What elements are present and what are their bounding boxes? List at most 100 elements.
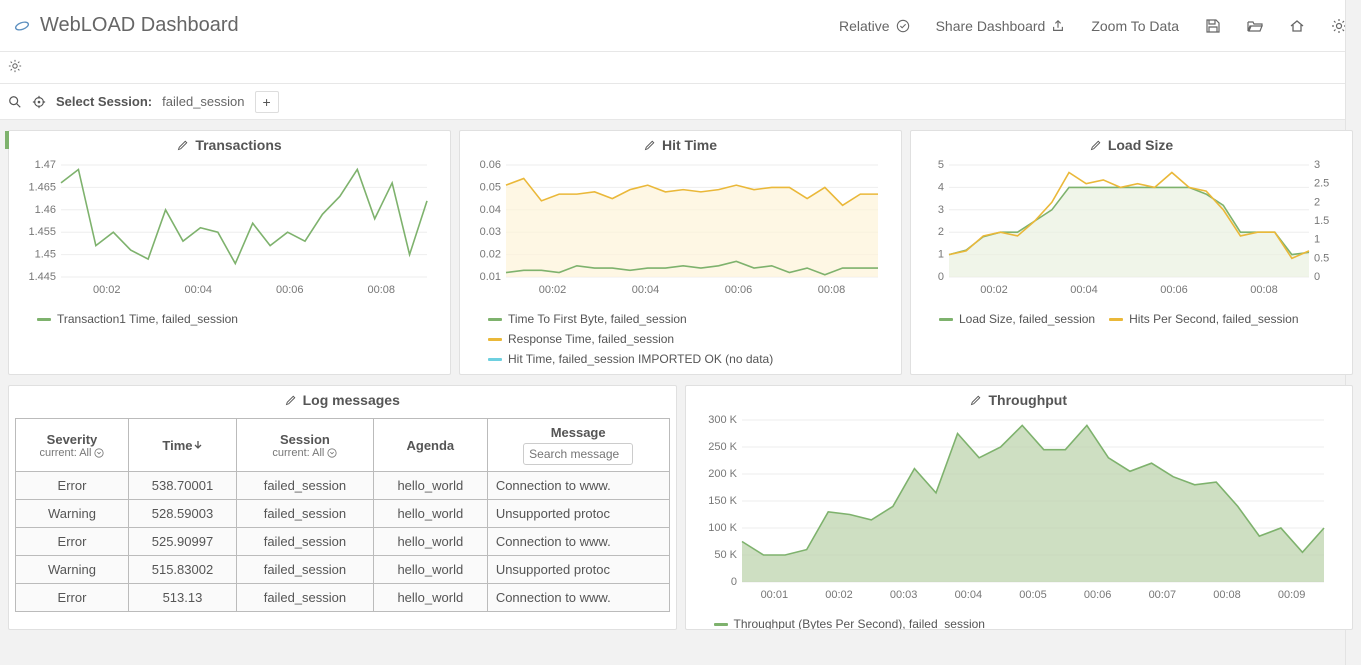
cell-agenda: hello_world bbox=[373, 472, 487, 500]
svg-text:3: 3 bbox=[1314, 159, 1320, 171]
cell-agenda: hello_world bbox=[373, 500, 487, 528]
col-agenda[interactable]: Agenda bbox=[373, 419, 487, 472]
title-text: Log messages bbox=[303, 392, 400, 408]
pencil-icon bbox=[644, 139, 656, 151]
cell-session: failed_session bbox=[236, 472, 373, 500]
subbar bbox=[0, 52, 1361, 84]
cell-message: Connection to www. bbox=[487, 584, 669, 612]
relative-toggle[interactable]: Relative bbox=[839, 18, 910, 34]
legend-hit-time: Time To First Byte, failed_session Respo… bbox=[460, 308, 901, 374]
chart-load-size[interactable]: 01234500.511.522.5300:0200:0400:0600:08 bbox=[919, 159, 1339, 299]
col-session[interactable]: Session current: All bbox=[236, 419, 373, 472]
search-icon[interactable] bbox=[8, 95, 22, 109]
open-folder-button[interactable] bbox=[1247, 18, 1263, 34]
pencil-icon bbox=[285, 394, 297, 406]
legend-item[interactable]: Throughput (Bytes Per Second), failed_se… bbox=[714, 617, 985, 629]
target-icon[interactable] bbox=[32, 95, 46, 109]
logo-icon bbox=[14, 18, 30, 34]
legend-item[interactable]: Hits Per Second, failed_session bbox=[1109, 312, 1298, 326]
message-search-input[interactable] bbox=[523, 443, 633, 465]
svg-text:00:04: 00:04 bbox=[954, 589, 982, 601]
cell-session: failed_session bbox=[236, 556, 373, 584]
svg-text:00:09: 00:09 bbox=[1277, 589, 1305, 601]
panel-title-throughput[interactable]: Throughput bbox=[686, 386, 1353, 412]
panel-title-log[interactable]: Log messages bbox=[9, 386, 676, 412]
svg-text:00:02: 00:02 bbox=[93, 284, 121, 296]
svg-text:0.5: 0.5 bbox=[1314, 252, 1329, 264]
sort-desc-icon bbox=[193, 440, 203, 450]
cell-severity: Error bbox=[16, 584, 129, 612]
chart-throughput[interactable]: 050 K100 K150 K200 K250 K300 K00:0100:02… bbox=[694, 414, 1334, 604]
chart-transactions[interactable]: 1.4451.451.4551.461.4651.4700:0200:0400:… bbox=[17, 159, 437, 299]
add-session-button[interactable]: + bbox=[255, 91, 279, 113]
charts-row-1: Transactions 1.4451.451.4551.461.4651.47… bbox=[0, 120, 1361, 385]
session-name[interactable]: failed_session bbox=[162, 94, 244, 109]
svg-text:00:08: 00:08 bbox=[1250, 284, 1278, 296]
row-settings-button[interactable] bbox=[8, 59, 22, 76]
cell-message: Unsupported protoc bbox=[487, 500, 669, 528]
panel-load-size: Load Size 01234500.511.522.5300:0200:040… bbox=[910, 130, 1353, 375]
legend-item[interactable]: Transaction1 Time, failed_session bbox=[37, 312, 238, 326]
panel-title-load-size[interactable]: Load Size bbox=[911, 131, 1352, 157]
col-time[interactable]: Time bbox=[128, 419, 236, 472]
cell-session: failed_session bbox=[236, 584, 373, 612]
svg-text:0: 0 bbox=[938, 271, 944, 283]
legend-text: Hits Per Second, failed_session bbox=[1129, 312, 1298, 326]
save-button[interactable] bbox=[1205, 18, 1221, 34]
chart-hit-time[interactable]: 0.010.020.030.040.050.0600:0200:0400:060… bbox=[468, 159, 888, 299]
charts-row-2: Log messages Severity current: All Time … bbox=[0, 385, 1361, 638]
cell-agenda: hello_world bbox=[373, 528, 487, 556]
svg-text:00:01: 00:01 bbox=[760, 589, 788, 601]
table-row[interactable]: Error538.70001failed_sessionhello_worldC… bbox=[16, 472, 670, 500]
col-severity[interactable]: Severity current: All bbox=[16, 419, 129, 472]
legend-text: Transaction1 Time, failed_session bbox=[57, 312, 238, 326]
legend-throughput: Throughput (Bytes Per Second), failed_se… bbox=[686, 613, 1353, 629]
panel-hit-time: Hit Time 0.010.020.030.040.050.0600:0200… bbox=[459, 130, 902, 375]
filter-text: current: All bbox=[39, 447, 91, 459]
caret-icon bbox=[94, 448, 104, 458]
cell-message: Unsupported protoc bbox=[487, 556, 669, 584]
legend-item[interactable]: Time To First Byte, failed_session bbox=[488, 312, 887, 326]
svg-text:150 K: 150 K bbox=[708, 495, 737, 507]
svg-text:00:03: 00:03 bbox=[889, 589, 917, 601]
home-button[interactable] bbox=[1289, 18, 1305, 34]
legend-item[interactable]: Response Time, failed_session bbox=[488, 332, 887, 346]
legend-item[interactable]: Hit Time, failed_session IMPORTED OK (no… bbox=[488, 352, 887, 366]
col-message[interactable]: Message bbox=[487, 419, 669, 472]
legend-item[interactable]: Load Size, failed_session bbox=[939, 312, 1095, 326]
topbar-actions: Relative Share Dashboard Zoom To Data bbox=[839, 18, 1347, 34]
cell-message: Connection to www. bbox=[487, 472, 669, 500]
svg-text:00:08: 00:08 bbox=[818, 284, 846, 296]
share-icon bbox=[1051, 19, 1065, 33]
svg-text:4: 4 bbox=[938, 181, 944, 193]
cell-time: 538.70001 bbox=[128, 472, 236, 500]
svg-text:2: 2 bbox=[938, 226, 944, 238]
legend-text: Hit Time, failed_session IMPORTED OK (no… bbox=[508, 352, 773, 366]
panel-handle[interactable] bbox=[5, 131, 9, 149]
svg-text:100 K: 100 K bbox=[708, 522, 737, 534]
table-row[interactable]: Warning528.59003failed_sessionhello_worl… bbox=[16, 500, 670, 528]
brand[interactable]: WebLOAD Dashboard bbox=[14, 14, 239, 37]
cell-severity: Warning bbox=[16, 556, 129, 584]
zoom-to-data-button[interactable]: Zoom To Data bbox=[1091, 18, 1179, 34]
svg-text:0.01: 0.01 bbox=[480, 271, 501, 283]
cell-severity: Warning bbox=[16, 500, 129, 528]
folder-open-icon bbox=[1247, 18, 1263, 34]
table-row[interactable]: Warning515.83002failed_sessionhello_worl… bbox=[16, 556, 670, 584]
share-dashboard-button[interactable]: Share Dashboard bbox=[936, 18, 1066, 34]
svg-text:00:04: 00:04 bbox=[632, 284, 660, 296]
panel-title-transactions[interactable]: Transactions bbox=[9, 131, 450, 157]
svg-text:00:06: 00:06 bbox=[276, 284, 304, 296]
gear-icon bbox=[8, 59, 22, 73]
table-row[interactable]: Error513.13failed_sessionhello_worldConn… bbox=[16, 584, 670, 612]
session-bar: Select Session: failed_session + bbox=[0, 84, 1361, 120]
title-text: Transactions bbox=[195, 137, 281, 153]
legend-text: Response Time, failed_session bbox=[508, 332, 674, 346]
panel-title-hit-time[interactable]: Hit Time bbox=[460, 131, 901, 157]
header-text: Severity bbox=[24, 432, 120, 447]
svg-text:0.05: 0.05 bbox=[480, 181, 501, 193]
header-text: Time bbox=[162, 438, 192, 453]
table-row[interactable]: Error525.90997failed_sessionhello_worldC… bbox=[16, 528, 670, 556]
svg-text:1.46: 1.46 bbox=[35, 204, 56, 216]
title-text: Load Size bbox=[1108, 137, 1173, 153]
